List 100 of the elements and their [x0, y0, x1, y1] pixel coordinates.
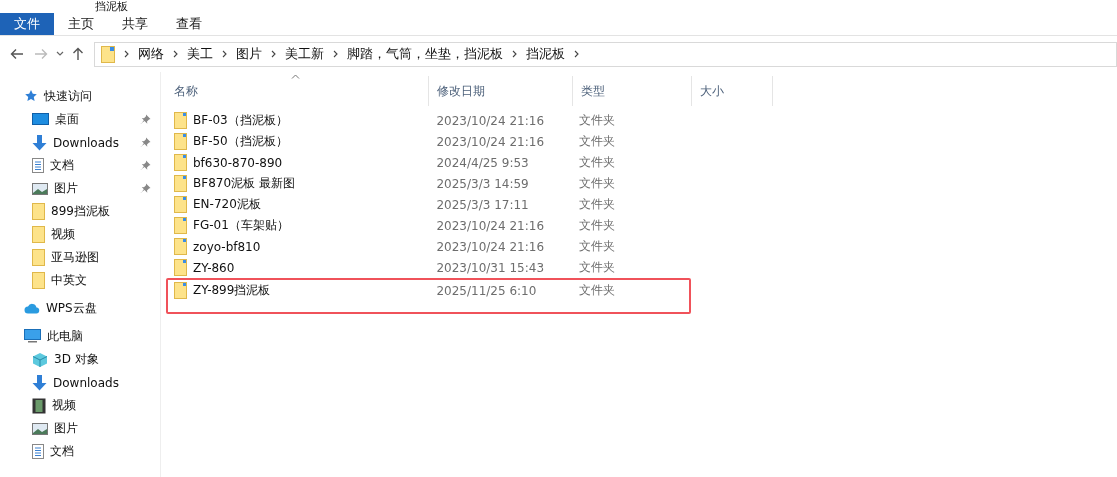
nav-item[interactable]: 图片: [0, 177, 160, 200]
file-row[interactable]: BF870泥板 最新图 2025/3/3 14:59 文件夹: [166, 173, 691, 194]
nav-item-label: 亚马逊图: [51, 249, 99, 266]
file-row[interactable]: ZY-860 2023/10/31 15:43 文件夹: [166, 257, 691, 278]
folder-icon: [174, 238, 187, 255]
modified-date: 2025/11/25 6:10: [435, 282, 538, 300]
ribbon-tab[interactable]: 查看: [162, 13, 216, 35]
nav-item[interactable]: 文档: [0, 440, 160, 463]
folder-icon: [174, 154, 187, 171]
nav-item[interactable]: 899挡泥板: [0, 200, 160, 223]
chevron-right-icon: [173, 50, 178, 58]
file-name: FG-01（车架贴）: [193, 217, 289, 234]
file-row[interactable]: FG-01（车架贴） 2023/10/24 21:16 文件夹: [166, 215, 691, 236]
nav-item[interactable]: 此电脑: [0, 324, 160, 348]
document-icon: [32, 444, 44, 459]
chevron-right-icon: [574, 50, 579, 58]
nav-item-label: 桌面: [55, 111, 79, 128]
column-header[interactable]: 大小: [692, 76, 773, 106]
file-name: EN-720泥板: [193, 196, 261, 213]
column-header[interactable]: 名称: [166, 76, 429, 106]
file-name: BF-03（挡泥板）: [193, 112, 288, 129]
file-type: 文件夹: [578, 112, 617, 129]
file-row[interactable]: ZY-899挡泥板 2025/11/25 6:10 文件夹: [166, 278, 691, 314]
breadcrumb[interactable]: 挡泥板: [526, 45, 565, 63]
nav-item[interactable]: Downloads: [0, 131, 160, 154]
ribbon-tab[interactable]: 共享: [108, 13, 162, 35]
nav-item-label: 中英文: [51, 272, 87, 289]
file-type: 文件夹: [578, 133, 617, 150]
nav-item[interactable]: Downloads: [0, 371, 160, 394]
nav-item-label: 视频: [51, 226, 75, 243]
modified-date: 2023/10/24 21:16: [435, 238, 545, 256]
ribbon-tab[interactable]: 主页: [54, 13, 108, 35]
modified-date: 2023/10/31 15:43: [435, 259, 545, 277]
monitor-icon: [24, 329, 41, 343]
modified-date: 2023/10/24 21:16: [435, 112, 545, 130]
file-name: BF-50（挡泥板）: [193, 133, 288, 150]
chevron-right-icon: [333, 50, 338, 58]
nav-item-label: 图片: [54, 180, 78, 197]
pin-icon[interactable]: [140, 160, 151, 171]
nav-item-label: 图片: [54, 420, 78, 437]
nav-item[interactable]: 桌面: [0, 108, 160, 131]
pin-icon[interactable]: [140, 137, 151, 148]
star-icon: [24, 89, 38, 103]
chevron-down-icon[interactable]: [56, 51, 64, 57]
nav-item-label: 文档: [50, 157, 74, 174]
download-arrow-icon: [32, 134, 47, 151]
nav-item[interactable]: 视频: [0, 394, 160, 417]
modified-date: 2025/3/3 14:59: [435, 175, 530, 193]
cube-icon: [32, 351, 48, 368]
up-arrow-icon[interactable]: [72, 47, 84, 61]
nav-item[interactable]: 文档: [0, 154, 160, 177]
chevron-right-icon: [222, 50, 227, 58]
nav-item[interactable]: 图片: [0, 417, 160, 440]
download-arrow-icon: [32, 374, 47, 391]
folder-icon: [174, 196, 187, 213]
cloud-icon: [24, 302, 40, 314]
breadcrumb[interactable]: 脚踏，气筒，坐垫，挡泥板: [347, 45, 503, 63]
breadcrumb[interactable]: 美工新: [285, 45, 324, 63]
nav-item-label: 视频: [52, 397, 76, 414]
nav-item[interactable]: 中英文: [0, 269, 160, 292]
ribbon-tab[interactable]: 文件: [0, 13, 54, 35]
folder-icon: [32, 226, 45, 243]
breadcrumb[interactable]: 网络: [138, 45, 164, 63]
pin-icon[interactable]: [140, 183, 151, 194]
file-row[interactable]: BF-50（挡泥板） 2023/10/24 21:16 文件夹: [166, 131, 691, 152]
nav-item[interactable]: 亚马逊图: [0, 246, 160, 269]
modified-date: 2023/10/24 21:16: [435, 133, 545, 151]
nav-item[interactable]: 视频: [0, 223, 160, 246]
column-header[interactable]: 类型: [573, 76, 692, 106]
file-row[interactable]: bf630-870-890 2024/4/25 9:53 文件夹: [166, 152, 691, 173]
nav-item[interactable]: 快速访问: [0, 84, 160, 108]
file-type: 文件夹: [578, 238, 617, 255]
nav-item-label: 3D 对象: [54, 351, 99, 368]
nav-item[interactable]: WPS云盘: [0, 296, 160, 320]
nav-item[interactable]: 3D 对象: [0, 348, 160, 371]
file-name: BF870泥板 最新图: [193, 175, 295, 192]
folder-icon: [174, 217, 187, 234]
folder-icon: [101, 45, 115, 63]
chevron-right-icon: [271, 50, 276, 58]
file-row[interactable]: BF-03（挡泥板） 2023/10/24 21:16 文件夹: [166, 110, 691, 131]
folder-icon: [32, 249, 45, 266]
address-bar[interactable]: 网络 美工 图片 美工新 脚踏，气筒，坐垫，挡泥板 挡泥板: [94, 41, 1117, 67]
nav-item-label: 899挡泥板: [51, 203, 110, 220]
breadcrumb[interactable]: 美工: [187, 45, 213, 63]
file-name: zoyo-bf810: [193, 239, 261, 254]
file-row[interactable]: EN-720泥板 2025/3/3 17:11 文件夹: [166, 194, 691, 215]
folder-icon: [174, 282, 187, 299]
file-row[interactable]: zoyo-bf810 2023/10/24 21:16 文件夹: [166, 236, 691, 257]
file-type: 文件夹: [578, 196, 617, 213]
folder-icon: [32, 203, 45, 220]
file-type: 文件夹: [578, 154, 617, 171]
pin-icon[interactable]: [140, 114, 151, 125]
chevron-right-icon: [512, 50, 517, 58]
sort-ascending-icon: [291, 74, 300, 79]
folder-icon: [32, 272, 45, 289]
breadcrumb[interactable]: 图片: [236, 45, 262, 63]
back-arrow-icon[interactable]: [10, 48, 24, 60]
column-header[interactable]: 修改日期: [429, 76, 573, 106]
folder-icon: [174, 259, 187, 276]
modified-date: 2025/3/3 17:11: [435, 196, 530, 214]
